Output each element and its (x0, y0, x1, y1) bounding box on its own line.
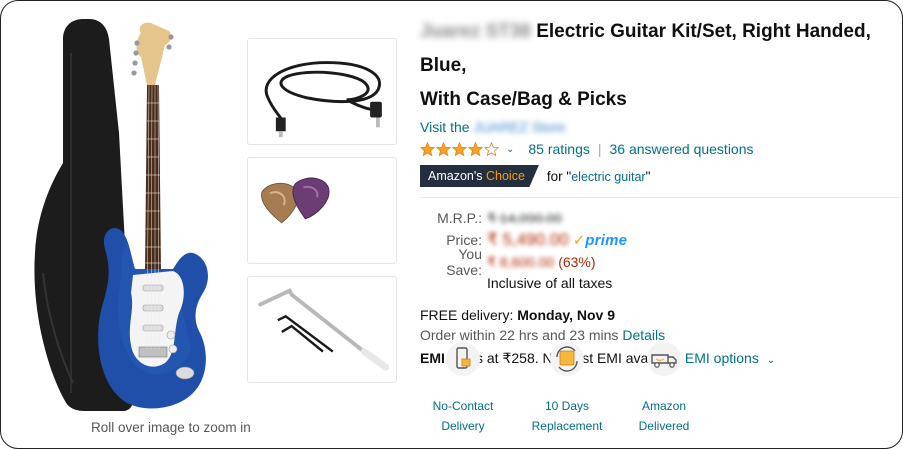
rating-row: ⌄ 85 ratings | 36 answered questions (420, 138, 900, 160)
mrp-label: M.R.P.: (437, 210, 482, 226)
prime-word: prime (585, 231, 628, 249)
feature-label: Amazon Delivered (614, 396, 714, 436)
star-full-icon (468, 141, 483, 156)
mrp-row: M.R.P.: ₹ 14,090.00 (420, 207, 900, 229)
feature-label: No-Contact Delivery (413, 396, 513, 436)
savings-value: ₹ 8,600.00 (63%) (487, 254, 596, 271)
feature-line1: 10 Days (544, 399, 590, 413)
feature-label: 10 Days Replacement (517, 396, 617, 436)
store-prefix: Visit the (420, 119, 470, 135)
choice-badge-prefix: Amazon's (428, 169, 483, 183)
section-divider (420, 197, 900, 198)
amazons-choice-row: Amazon's Choice for "electric guitar" (420, 165, 900, 187)
feature-line1: No-Contact (432, 399, 494, 413)
rating-separator: | (597, 141, 602, 157)
prime-badge: ✓ prime (572, 231, 628, 250)
choice-for-text: for "electric guitar" (547, 169, 650, 184)
choice-badge-word: Choice (485, 169, 525, 183)
product-title-line2: With Case/Bag & Picks (420, 89, 627, 110)
star-rating[interactable] (420, 141, 500, 157)
free-delivery-line: FREE delivery: Monday, Nov 9 (420, 305, 900, 325)
price-row: Price: ₹ 5,490.00 ✓ prime (420, 229, 900, 251)
feature-line2: Delivered (638, 419, 690, 433)
feature-amazon-delivered[interactable]: Amazon Delivered (614, 341, 714, 436)
tremolo-arm-and-keys-image (258, 288, 390, 371)
free-delivery-label: FREE delivery: (420, 307, 514, 323)
instrument-cable-image (264, 61, 382, 138)
price-table: M.R.P.: ₹ 14,090.00 Price: ₹ 5,490.00 ✓ … (420, 207, 900, 293)
delivery-info: FREE delivery: Monday, Nov 9 Order withi… (420, 305, 900, 345)
savings-label: You Save: (446, 246, 482, 278)
star-full-icon (420, 141, 435, 156)
choice-close-quote: " (645, 168, 651, 184)
tax-note: Inclusive of all taxes (487, 275, 613, 291)
savings-amount: ₹ 8,600.00 (487, 253, 555, 270)
replacement-icon (550, 342, 584, 376)
product-brand-blurred: Juarez ST38 (420, 21, 531, 42)
choice-for-prefix: for " (546, 168, 572, 184)
feature-line1: Amazon (641, 399, 687, 413)
star-empty-icon (484, 141, 499, 156)
product-page-frame: Roll over image to zoom in Juarez ST38 E… (0, 0, 903, 449)
store-name[interactable]: JUAREZ Store (473, 119, 565, 135)
emi-chevron-down-icon[interactable]: ⌄ (767, 355, 775, 366)
rating-chevron-down-icon[interactable]: ⌄ (506, 144, 514, 155)
main-product-image[interactable] (23, 13, 233, 413)
feature-line2: Replacement (531, 419, 603, 433)
star-full-icon (436, 141, 451, 156)
mrp-value: ₹ 14,090.00 (487, 209, 563, 226)
answered-questions-link[interactable]: 36 answered questions (610, 141, 754, 157)
cable-thumbnail[interactable] (247, 38, 397, 145)
store-link[interactable]: Visit the JUAREZ Store (420, 119, 900, 135)
price-value: ₹ 5,490.00 (487, 230, 569, 249)
ratings-link[interactable]: 85 ratings (528, 141, 589, 157)
star-full-icon (452, 141, 467, 156)
feature-replacement[interactable]: 10 Days Replacement (517, 341, 617, 436)
feature-line2: Delivery (441, 419, 485, 433)
prime-check-icon: ✓ (572, 232, 586, 249)
feature-icons-row: No-Contact Delivery 10 Days Replacement (420, 341, 720, 433)
tremolo-arm-thumbnail[interactable] (247, 276, 397, 383)
product-details: Juarez ST38 Electric Guitar Kit/Set, Rig… (420, 15, 900, 367)
amazon-delivered-icon (647, 342, 681, 376)
guitar-picks-image (261, 177, 330, 224)
savings-row: You Save: ₹ 8,600.00 (63%) (420, 246, 900, 278)
feature-no-contact-delivery[interactable]: No-Contact Delivery (413, 341, 513, 436)
no-contact-delivery-icon (446, 342, 480, 376)
amazons-choice-badge: Amazon's Choice (420, 165, 539, 187)
product-title: Juarez ST38 Electric Guitar Kit/Set, Rig… (420, 15, 900, 117)
delivery-date: Monday, Nov 9 (517, 307, 616, 323)
zoom-hint: Roll over image to zoom in (91, 420, 251, 435)
choice-keyword-link[interactable]: electric guitar (571, 170, 645, 184)
picks-thumbnail[interactable] (247, 157, 397, 264)
savings-percent: (63%) (558, 253, 596, 270)
guitar-with-case-image (34, 19, 208, 411)
